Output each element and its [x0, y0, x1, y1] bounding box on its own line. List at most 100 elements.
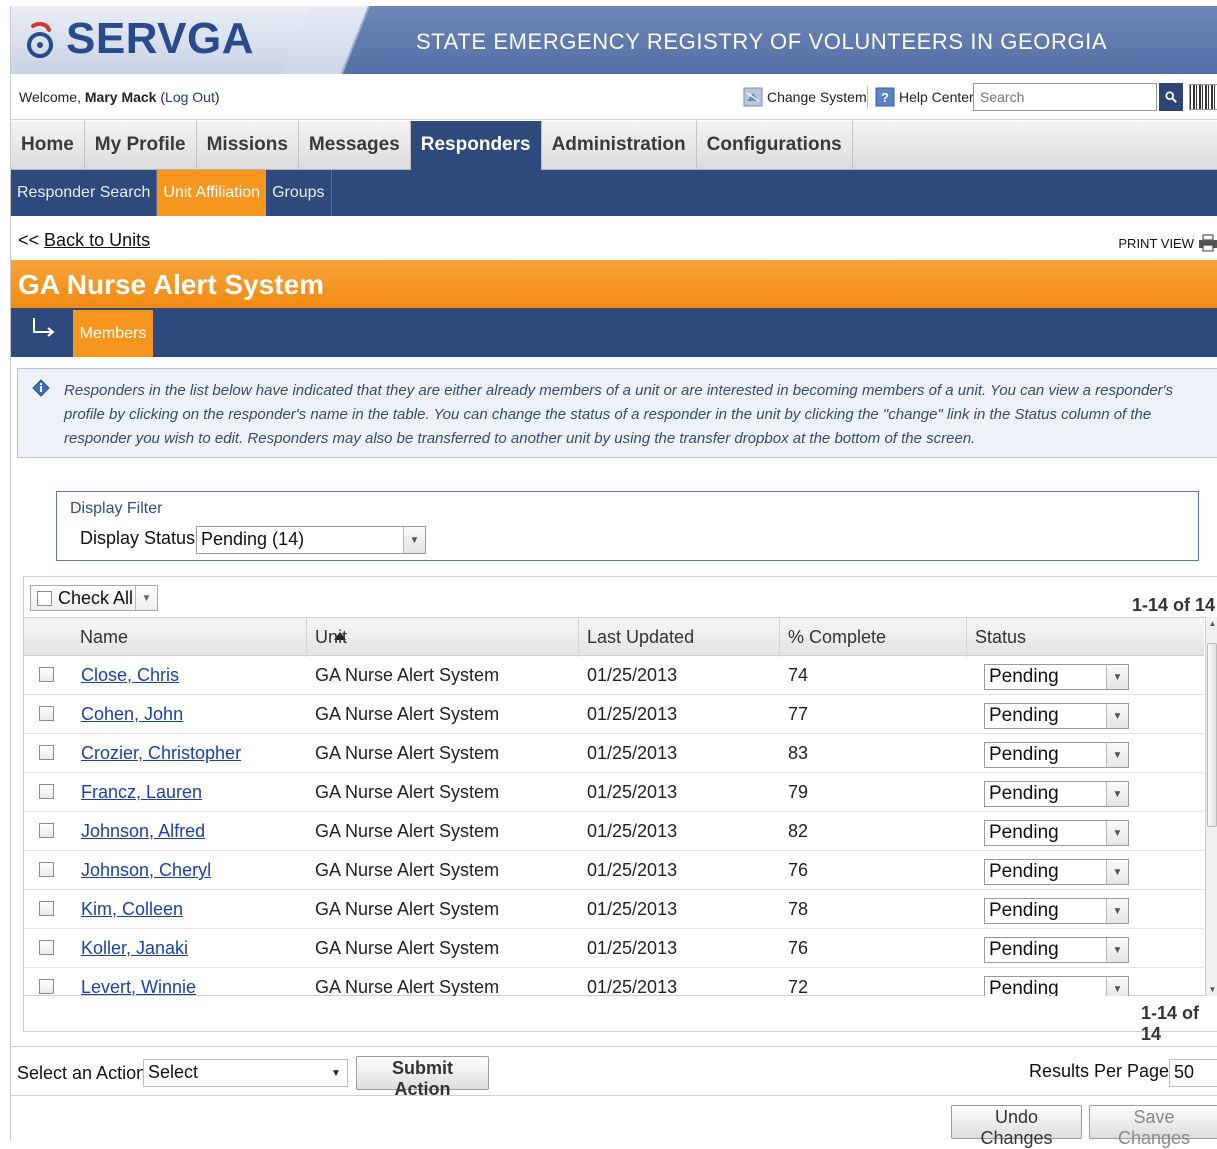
grid-footer: 1-14 of 14 — [23, 996, 1217, 1044]
chevron-down-icon[interactable]: ▼ — [135, 586, 157, 610]
responder-name-link[interactable]: Johnson, Cheryl — [81, 860, 211, 881]
nav-tab-my-profile[interactable]: My Profile — [85, 121, 197, 170]
status-select[interactable]: Pending ▼ — [984, 703, 1129, 729]
results-per-page-select[interactable]: 50 — [1169, 1059, 1217, 1087]
status-select[interactable]: Pending ▼ — [984, 937, 1129, 963]
table-row: Johnson, Cheryl GA Nurse Alert System 01/2… — [24, 851, 1204, 890]
percent-complete-cell: 72 — [788, 977, 809, 996]
row-checkbox[interactable] — [39, 706, 54, 721]
column-header-status[interactable]: Status — [966, 618, 1204, 657]
printer-icon — [1199, 234, 1217, 252]
column-header-unit[interactable]: Unit — [306, 618, 578, 657]
chevron-down-icon: ▼ — [1106, 899, 1128, 923]
barcode-icon[interactable] — [1189, 84, 1217, 110]
action-select[interactable]: Select ▼ — [143, 1059, 348, 1087]
change-system-link[interactable]: Change System — [743, 86, 867, 108]
status-select[interactable]: Pending ▼ — [984, 820, 1129, 846]
submit-action-button[interactable]: Submit Action — [356, 1056, 489, 1099]
unit-cell: GA Nurse Alert System — [315, 899, 500, 919]
row-checkbox[interactable] — [39, 784, 54, 799]
row-checkbox[interactable] — [39, 745, 54, 760]
row-checkbox[interactable] — [39, 979, 54, 994]
search-input[interactable] — [973, 83, 1157, 111]
undo-changes-button[interactable]: Undo Changes — [951, 1105, 1082, 1148]
help-center-link[interactable]: ? Help Center — [875, 86, 974, 108]
nav-tab-administration[interactable]: Administration — [542, 121, 697, 170]
column-header-complete[interactable]: % Complete — [779, 618, 966, 657]
check-all-control[interactable]: Check All ▼ — [30, 585, 158, 611]
scrollbar-thumb[interactable] — [1207, 643, 1217, 827]
back-to-units-link[interactable]: << Back to Units — [18, 230, 150, 251]
unit-cell: GA Nurse Alert System — [315, 938, 500, 958]
save-changes-button[interactable]: Save Changes — [1089, 1105, 1217, 1148]
table-row: Levert, Winnie GA Nurse Alert System 01/25… — [24, 968, 1204, 996]
nav-tab-responders[interactable]: Responders — [410, 121, 542, 170]
scroll-up-icon[interactable]: ▲ — [1206, 617, 1217, 631]
table-scrollbar[interactable]: ▲ ▼ — [1205, 617, 1217, 997]
display-status-select[interactable]: Pending (14) ▼ — [196, 526, 426, 554]
unit-cell: GA Nurse Alert System — [315, 977, 500, 996]
nav-tab-home[interactable]: Home — [11, 121, 85, 170]
responder-name-link[interactable]: Close, Chris — [81, 665, 179, 686]
last-updated-cell: 01/25/2013 — [587, 899, 678, 919]
unit-cell: GA Nurse Alert System — [315, 782, 500, 802]
last-updated-cell: 01/25/2013 — [587, 860, 678, 880]
table-row: Johnson, Alfred GA Nurse Alert System 01/2… — [24, 812, 1204, 851]
status-select[interactable]: Pending ▼ — [984, 742, 1129, 768]
responder-name-link[interactable]: Koller, Janaki — [81, 938, 188, 959]
check-all-checkbox[interactable] — [37, 591, 52, 606]
last-updated-cell: 01/25/2013 — [587, 665, 678, 685]
responder-name-link[interactable]: Levert, Winnie — [81, 977, 196, 996]
grid-toolbar: Check All ▼ 1-14 of 14 — [24, 577, 1217, 617]
tab-members[interactable]: Members — [73, 310, 153, 357]
status-select[interactable]: Pending ▼ — [984, 859, 1129, 885]
table-body: Close, Chris GA Nurse Alert System 01/25/2… — [24, 656, 1204, 996]
nav-tab-missions[interactable]: Missions — [197, 121, 299, 170]
responder-name-link[interactable]: Crozier, Christopher — [81, 743, 241, 764]
responder-name-link[interactable]: Kim, Colleen — [81, 899, 183, 920]
sub-arrow-icon — [33, 318, 55, 337]
row-checkbox[interactable] — [39, 667, 54, 682]
chevron-down-icon: ▼ — [403, 527, 425, 553]
column-header-name[interactable]: Name — [72, 618, 346, 657]
search-button[interactable] — [1159, 83, 1183, 111]
members-grid: Check All ▼ 1-14 of 14 Name Unit Last Up… — [23, 576, 1217, 997]
servga-logo[interactable]: SERVGA — [66, 14, 254, 64]
percent-complete-cell: 76 — [788, 938, 809, 958]
percent-complete-cell: 77 — [788, 704, 809, 724]
row-checkbox[interactable] — [39, 901, 54, 916]
last-updated-cell: 01/25/2013 — [587, 782, 678, 802]
user-name: Mary Mack — [84, 89, 157, 105]
row-checkbox[interactable] — [39, 862, 54, 877]
row-checkbox[interactable] — [39, 940, 54, 955]
chevron-down-icon: ▼ — [1106, 977, 1128, 996]
status-select[interactable]: Pending ▼ — [984, 664, 1129, 690]
select-action-label: Select an Action: — [17, 1063, 152, 1083]
responder-name-link[interactable]: Cohen, John — [81, 704, 183, 725]
page-title-bar: GA Nurse Alert System — [11, 260, 1217, 308]
status-select[interactable]: Pending ▼ — [984, 976, 1129, 996]
logout-link[interactable]: Log Out — [165, 89, 215, 105]
status-select[interactable]: Pending ▼ — [984, 781, 1129, 807]
sub-tab-responder-search[interactable]: Responder Search — [11, 170, 158, 216]
chevron-down-icon: ▼ — [1106, 665, 1128, 689]
chevron-down-icon: ▼ — [1106, 704, 1128, 728]
column-header-last-updated[interactable]: Last Updated — [578, 618, 779, 657]
print-view-button[interactable]: PRINT VIEW — [1118, 234, 1217, 252]
percent-complete-cell: 76 — [788, 860, 809, 880]
sub-tab-groups[interactable]: Groups — [266, 170, 332, 216]
unit-cell: GA Nurse Alert System — [315, 860, 500, 880]
scroll-down-icon[interactable]: ▼ — [1206, 983, 1217, 997]
responder-name-link[interactable]: Johnson, Alfred — [81, 821, 205, 842]
chevron-down-icon: ▼ — [325, 1060, 347, 1086]
unit-cell: GA Nurse Alert System — [315, 821, 500, 841]
sub-tab-unit-affiliation[interactable]: Unit Affiliation — [157, 170, 267, 216]
nav-tab-messages[interactable]: Messages — [299, 121, 411, 170]
row-checkbox[interactable] — [39, 823, 54, 838]
info-text: Responders in the list below have indica… — [64, 382, 1174, 447]
last-updated-cell: 01/25/2013 — [587, 821, 678, 841]
status-select[interactable]: Pending ▼ — [984, 898, 1129, 924]
display-filter: Display Filter Display Status: Pending (… — [56, 491, 1199, 561]
nav-tab-configurations[interactable]: Configurations — [697, 121, 853, 170]
responder-name-link[interactable]: Francz, Lauren — [81, 782, 202, 803]
